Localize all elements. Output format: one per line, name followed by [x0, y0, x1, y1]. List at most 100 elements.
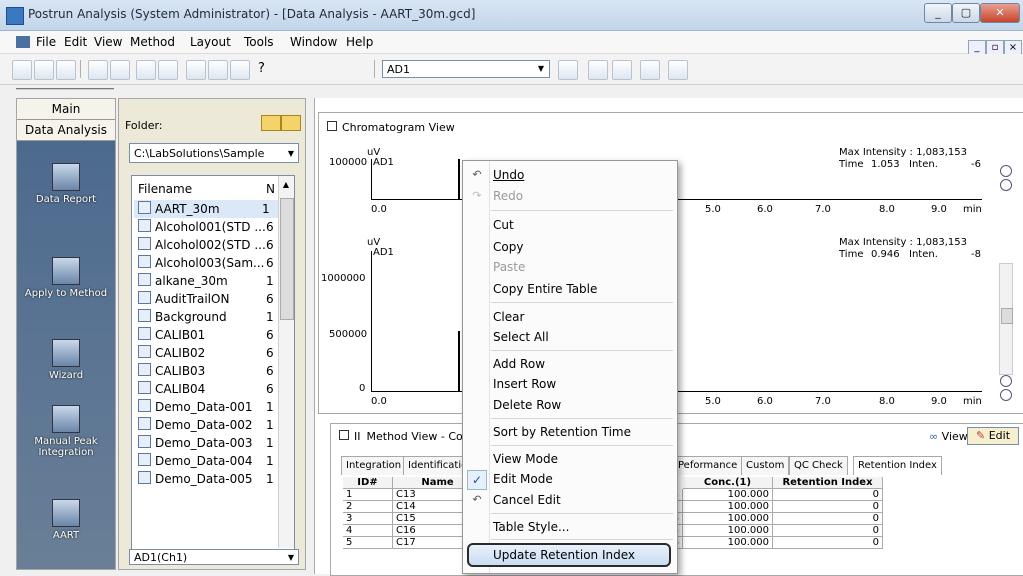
menu-item-copy-entire-table[interactable]: Copy Entire Table: [493, 279, 597, 299]
pause-icon[interactable]: II: [354, 430, 361, 443]
menu-edit[interactable]: Edit: [64, 35, 87, 49]
menu-item-copy[interactable]: Copy: [493, 237, 523, 257]
menu-item-delete-row[interactable]: Delete Row: [493, 395, 561, 415]
menu-item-table-style[interactable]: Table Style...: [493, 517, 569, 537]
save-icon[interactable]: [34, 60, 54, 80]
menu-item-edit-mode[interactable]: Edit Mode: [493, 469, 553, 489]
file-list-item[interactable]: Alcohol001(STD ... 6: [138, 218, 274, 236]
folderpanel-grip[interactable]: [118, 88, 304, 98]
file-list-item[interactable]: AART_30m 1: [134, 200, 278, 218]
table-cell-ri[interactable]: 0: [773, 525, 883, 537]
report-icon[interactable]: [640, 60, 660, 80]
n-column-header[interactable]: N: [266, 180, 275, 198]
folder-path-combo[interactable]: C:\LabSolutions\Sample ▼: [129, 143, 299, 163]
chromatogram-scroll-thumb[interactable]: [1001, 308, 1013, 324]
menu-item-cut[interactable]: Cut: [493, 215, 514, 235]
table-cell-conc[interactable]: 100.000: [683, 513, 773, 525]
menu-item-update-retention-index[interactable]: Update Retention Index: [493, 545, 635, 565]
file-list-item[interactable]: Demo_Data-003 1: [138, 434, 274, 452]
print-icon[interactable]: [88, 60, 108, 80]
menu-item-select-all[interactable]: Select All: [493, 327, 549, 347]
chromatogram-scrollbar[interactable]: [999, 263, 1013, 375]
table-cell-id[interactable]: 3: [343, 513, 393, 525]
minimize-button[interactable]: _: [924, 3, 952, 23]
close-button[interactable]: ✕: [980, 3, 1020, 23]
tab-performance[interactable]: Peformance: [673, 456, 743, 475]
menu-tools[interactable]: Tools: [244, 35, 274, 49]
file-list-item[interactable]: CALIB03 6: [138, 362, 274, 380]
layout-4-icon[interactable]: [208, 60, 228, 80]
menu-item-add-row[interactable]: Add Row: [493, 354, 545, 374]
menu-item-undo[interactable]: Undo: [493, 165, 524, 185]
file-list-item[interactable]: AuditTrailON 6: [138, 290, 274, 308]
conc-column-header[interactable]: Conc.(1): [683, 477, 773, 489]
menu-item-redo[interactable]: Redo: [493, 186, 523, 206]
menu-file[interactable]: File: [36, 35, 56, 49]
tab-data-analysis[interactable]: Data Analysis: [17, 120, 115, 141]
maximize-button[interactable]: ▢: [952, 3, 980, 23]
menu-layout[interactable]: Layout: [190, 35, 231, 49]
menu-item-paste[interactable]: Paste: [493, 257, 525, 277]
undo-icon[interactable]: [558, 60, 578, 80]
menu-item-view-mode[interactable]: View Mode: [493, 449, 558, 469]
file-list-item[interactable]: Alcohol003(Sam... 6: [138, 254, 274, 272]
refresh-icon[interactable]: [612, 60, 632, 80]
folder-up-icon[interactable]: [281, 115, 301, 131]
table-cell-id[interactable]: 1: [343, 489, 393, 501]
menu-window[interactable]: Window: [290, 35, 337, 49]
table-cell-conc[interactable]: 100.000: [683, 489, 773, 501]
menu-item-sort-by-retention-time[interactable]: Sort by Retention Time: [493, 422, 631, 442]
grid-icon[interactable]: [588, 60, 608, 80]
table-cell-id[interactable]: 2: [343, 501, 393, 513]
table-cell-ri[interactable]: 0: [773, 513, 883, 525]
zoom-in-icon[interactable]: [1000, 165, 1012, 177]
file-list-item[interactable]: alkane_30m 1: [138, 272, 274, 290]
layout-5-icon[interactable]: [230, 60, 250, 80]
file-list-item[interactable]: CALIB04 6: [138, 380, 274, 398]
tab-integration[interactable]: Integration: [341, 456, 407, 475]
tab-retention-index[interactable]: Retention Index: [853, 456, 942, 475]
file-list-item[interactable]: CALIB01 6: [138, 326, 274, 344]
id-column-header[interactable]: ID#: [343, 477, 393, 489]
file-list-item[interactable]: Demo_Data-005 1: [138, 470, 274, 488]
file-list-item[interactable]: CALIB02 6: [138, 344, 274, 362]
tab-custom[interactable]: Custom: [741, 456, 790, 475]
table-cell-conc[interactable]: 100.000: [683, 525, 773, 537]
table-cell-ri[interactable]: 0: [773, 501, 883, 513]
file-list-item[interactable]: Demo_Data-002 1: [138, 416, 274, 434]
table-cell-conc[interactable]: 100.000: [683, 501, 773, 513]
tool-icon[interactable]: [668, 60, 688, 80]
print-preview-icon[interactable]: [110, 60, 130, 80]
open-icon[interactable]: [12, 60, 32, 80]
layout-1-icon[interactable]: [136, 60, 156, 80]
window-restore-icon[interactable]: [339, 430, 349, 440]
layout-3-icon[interactable]: [186, 60, 206, 80]
file-list-scrollbar[interactable]: ▲: [278, 176, 294, 548]
table-cell-id[interactable]: 4: [343, 525, 393, 537]
file-list[interactable]: Filename N AART_30m 1 Alcohol001(STD ... 6 A…: [131, 175, 295, 551]
menu-help[interactable]: Help: [346, 35, 373, 49]
file-list-item[interactable]: Alcohol002(STD ... 6: [138, 236, 274, 254]
filename-column-header[interactable]: Filename: [138, 182, 192, 196]
layout-2-icon[interactable]: [158, 60, 178, 80]
menu-method[interactable]: Method: [130, 35, 175, 49]
file-list-item[interactable]: Background 1: [138, 308, 274, 326]
channel-combo[interactable]: AD1 ▼: [382, 60, 550, 78]
menu-item-insert-row[interactable]: Insert Row: [493, 374, 556, 394]
menu-view[interactable]: View: [94, 35, 122, 49]
save-all-icon[interactable]: [56, 60, 76, 80]
scroll-up-icon[interactable]: ▲: [281, 180, 291, 190]
channel-select[interactable]: AD1(Ch1) ▼: [129, 549, 299, 565]
view-mode-button[interactable]: ∞ View: [929, 430, 968, 443]
zoom-out-icon[interactable]: [1000, 179, 1012, 191]
window-restore-icon[interactable]: [327, 121, 337, 131]
apply-to-method-item[interactable]: Apply to Method: [17, 257, 115, 299]
zoom-in-icon[interactable]: [1000, 375, 1012, 387]
tab-main[interactable]: Main: [17, 99, 115, 120]
retention-index-column-header[interactable]: Retention Index: [773, 477, 883, 489]
tab-qc-check[interactable]: QC Check: [789, 456, 848, 475]
wizard-item[interactable]: Wizard: [17, 339, 115, 381]
table-cell-ri[interactable]: 0: [773, 489, 883, 501]
menu-item-clear[interactable]: Clear: [493, 307, 524, 327]
table-cell-conc[interactable]: 100.000: [683, 537, 773, 549]
